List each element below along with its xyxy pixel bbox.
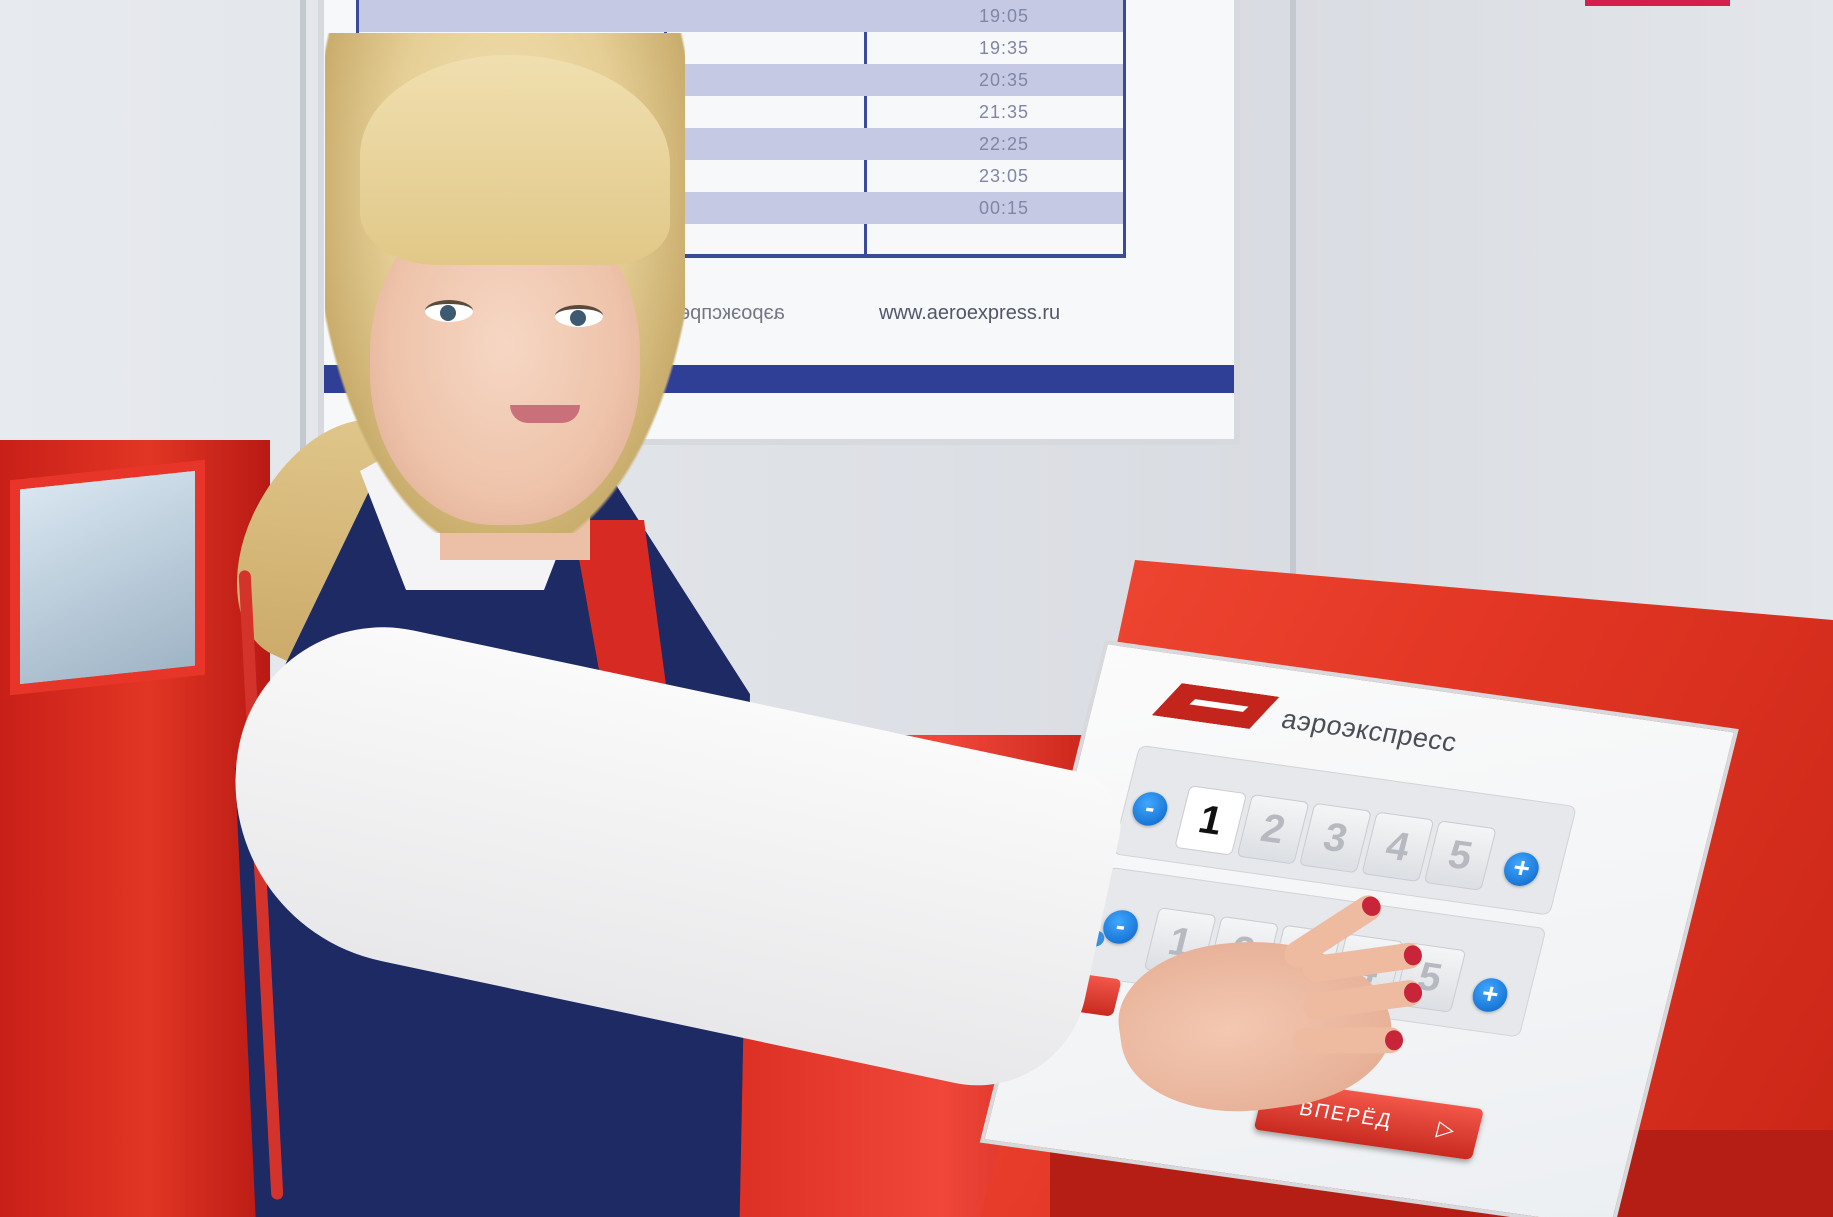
forward-button-label: ВПЕРЁД [1297, 1097, 1395, 1133]
hair-bangs [360, 55, 670, 265]
quantity-option-3[interactable]: 3 [1298, 802, 1372, 874]
table-row: 19:05 [359, 0, 1123, 32]
brand-name: аэроэкспресс [1278, 703, 1461, 758]
arrive-cell: 19:05 [979, 6, 1030, 26]
arrive-cell: 00:15 [979, 198, 1030, 218]
increase-button[interactable]: + [1469, 976, 1511, 1014]
arrive-cell: 21:35 [979, 102, 1030, 122]
left-kiosk-screen [10, 459, 205, 696]
quantity-option-4[interactable]: 4 [1361, 811, 1435, 883]
finger [1293, 1027, 1404, 1054]
smile [510, 405, 580, 423]
eye [425, 300, 473, 322]
board-website-text: www.aeroexpress.ru [879, 302, 1061, 324]
decrease-button[interactable]: - [1099, 908, 1142, 946]
eye [555, 305, 603, 327]
arrive-cell: 20:35 [979, 70, 1030, 90]
arrive-cell: 22:25 [979, 134, 1030, 154]
decrease-button[interactable]: - [1129, 789, 1171, 828]
increase-button[interactable]: + [1500, 850, 1543, 889]
quantity-option-5[interactable]: 5 [1423, 820, 1497, 891]
aeroexpress-logo-icon [1152, 680, 1280, 732]
arrive-cell: 23:05 [979, 166, 1030, 186]
top-accent [1585, 0, 1730, 6]
arrive-cell: 19:35 [979, 38, 1030, 58]
photo-scene: 19:05 19:35 20:35 21:35 22:25 23:05 00:1… [0, 0, 1833, 1217]
play-arrow-icon: ▷ [1434, 1115, 1460, 1143]
nail [1385, 1030, 1404, 1051]
quantity-option-1[interactable]: 1 [1174, 785, 1248, 856]
quantity-option-2[interactable]: 2 [1236, 793, 1310, 865]
